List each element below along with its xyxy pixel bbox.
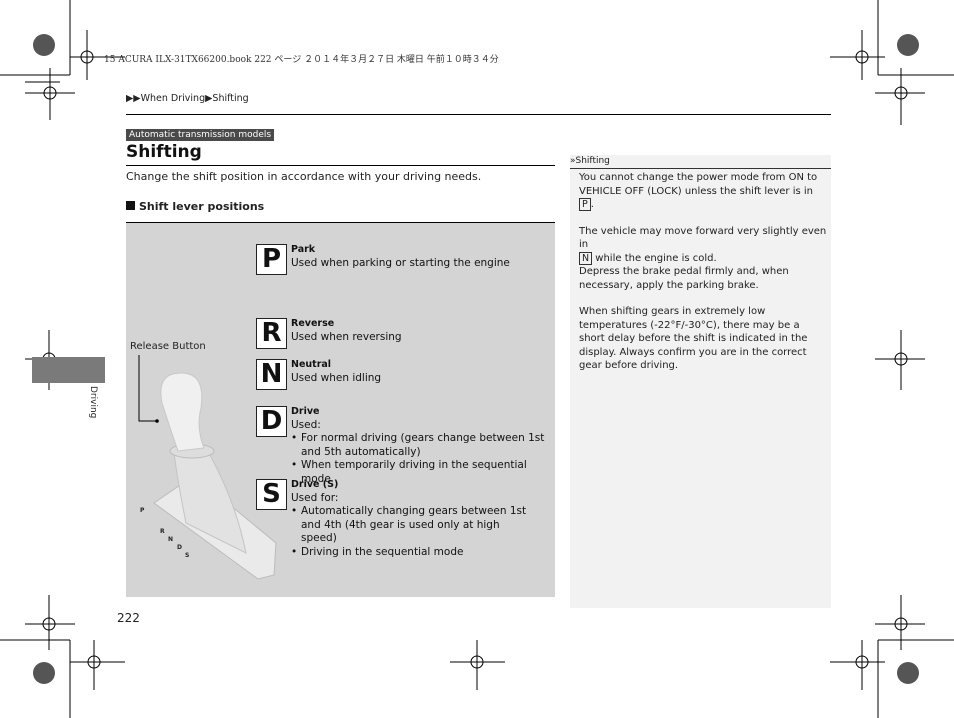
marking-s: S: [185, 552, 190, 559]
chapter-label: Driving: [88, 386, 98, 419]
gear-desc: Used when parking or starting the engine: [291, 256, 510, 269]
note-paragraph: Depress the brake pedal firmly and, when…: [579, 266, 789, 291]
note-text: The vehicle may move forward very slight…: [579, 225, 827, 251]
title-rule: [126, 165, 555, 166]
bullet-item: Driving in the sequential mode: [291, 546, 531, 560]
note-paragraph: You cannot change the power mode from ON…: [579, 171, 827, 212]
breadcrumb: ▶▶When Driving▶Shifting: [126, 93, 249, 104]
gear-name: Drive (S): [291, 479, 339, 490]
shift-lever-diagram: Release Button P R N D S P Park Used when…: [126, 222, 555, 597]
gear-desc: Used when idling: [291, 371, 382, 384]
gear-d-icon: D: [256, 406, 287, 437]
subsection-heading: Shift lever positions: [126, 200, 264, 213]
side-note-title: Shifting: [575, 156, 610, 166]
gear-desc: Used when reversing: [291, 330, 402, 343]
breadcrumb-item-when-driving[interactable]: When Driving: [141, 93, 205, 104]
chapter-tab[interactable]: [32, 357, 105, 383]
bullet-item: Automatically changing gears between 1st…: [291, 505, 531, 546]
gear-n-icon: N: [256, 359, 287, 390]
header-rule: [126, 114, 831, 115]
gear-desc: Used for:: [291, 491, 339, 504]
gear-drive-text: DriveUsed: For normal driving (gears cha…: [291, 405, 553, 486]
note-text: while the engine is cold.: [592, 252, 717, 264]
breadcrumb-item-shifting[interactable]: Shifting: [212, 93, 248, 104]
page-number: 222: [117, 611, 140, 625]
model-tag: Automatic transmission models: [126, 129, 275, 141]
side-note-body: You cannot change the power mode from ON…: [579, 171, 827, 386]
marking-d: D: [177, 544, 182, 551]
breadcrumb-arrows-icon: ▶▶: [126, 93, 141, 104]
gear-name: Park: [291, 244, 316, 255]
page-title: Shifting: [126, 142, 202, 162]
subsection-label: Shift lever positions: [139, 200, 265, 213]
gear-desc: Used:: [291, 418, 321, 431]
gear-neutral-text: Neutral Used when idling: [291, 358, 381, 385]
gear-reverse-text: Reverse Used when reversing: [291, 317, 402, 344]
manual-page: 15 ACURA ILX-31TX66200.book 222 ページ ２０１４…: [0, 0, 954, 718]
note-paragraph: The vehicle may move forward very slight…: [579, 225, 827, 266]
gear-name: Reverse: [291, 318, 335, 329]
gear-s-icon: S: [256, 479, 287, 510]
note-text: .: [590, 199, 594, 210]
print-slug: 15 ACURA ILX-31TX66200.book 222 ページ ２０１４…: [104, 55, 499, 65]
square-bullet-icon: [126, 201, 135, 210]
gear-name: Drive: [291, 406, 320, 417]
note-paragraph: When shifting gears in extremely low tem…: [579, 306, 808, 371]
marking-r: R: [160, 528, 165, 535]
intro-text: Change the shift position in accordance …: [126, 170, 482, 183]
gear-p-symbol: P: [579, 198, 591, 211]
gear-p-icon: P: [256, 244, 287, 275]
note-text: You cannot change the power mode from ON…: [579, 172, 818, 197]
gear-park-text: Park Used when parking or starting the en…: [291, 243, 510, 270]
gear-n-symbol: N: [579, 251, 593, 265]
bullet-item: For normal driving (gears change between…: [291, 432, 553, 459]
gear-r-icon: R: [256, 318, 287, 349]
side-note-header: »Shifting: [570, 155, 831, 169]
gear-name: Neutral: [291, 359, 332, 370]
side-note-panel: »Shifting You cannot change the power mo…: [570, 155, 831, 608]
marking-n: N: [168, 536, 174, 543]
marking-p: P: [140, 507, 145, 514]
gear-drive-s-text: Drive (S)Used for: Automatically changin…: [291, 478, 531, 559]
